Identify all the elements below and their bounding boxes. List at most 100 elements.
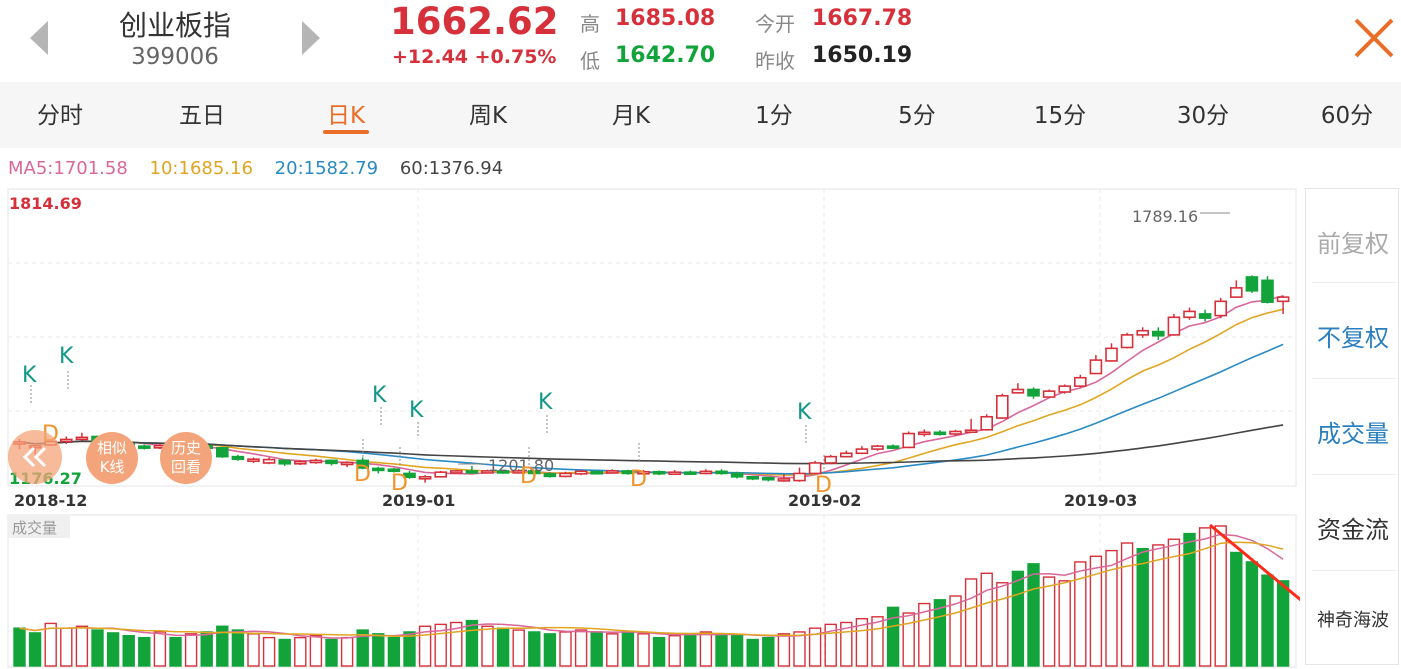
- signal-d: D: [630, 467, 647, 492]
- candle: [793, 472, 806, 482]
- candle: [730, 472, 744, 478]
- pre-adjust-button[interactable]: 前复权: [1306, 224, 1400, 259]
- candle: [933, 431, 947, 436]
- prev-index-icon[interactable]: [30, 21, 48, 55]
- candle: [824, 455, 838, 464]
- double-chevron-left-icon: [22, 446, 47, 468]
- volume-bar: [793, 631, 806, 667]
- similar-k-label-2: K线: [99, 458, 125, 476]
- tab-intraday[interactable]: 分时: [0, 96, 131, 130]
- volume-indicator-button[interactable]: 成交量: [1306, 414, 1400, 449]
- candle: [1011, 388, 1025, 394]
- candle: [886, 445, 900, 449]
- tab-daily-k[interactable]: 日K: [275, 96, 417, 130]
- tab-five-day[interactable]: 五日: [131, 96, 273, 130]
- candle: [1074, 376, 1087, 387]
- volume-bar: [262, 636, 276, 667]
- signal-k: K: [538, 390, 553, 415]
- collapse-button[interactable]: [8, 430, 62, 484]
- volume-bar: [247, 633, 260, 667]
- candle: [699, 470, 713, 475]
- volume-bar: [28, 632, 42, 667]
- candle: [434, 471, 448, 478]
- volume-bar: [1011, 570, 1025, 667]
- candle: [1120, 334, 1134, 349]
- volume-bar: [902, 612, 915, 667]
- volume-bar: [340, 636, 354, 667]
- volume-bar: [871, 616, 884, 667]
- volume-bar: [886, 606, 900, 667]
- candle: [1136, 329, 1149, 336]
- k-line-chart[interactable]: 1814.69 1176.27 1789.16 1201.80 2018-12 …: [0, 185, 1300, 669]
- close-icon[interactable]: [1352, 16, 1396, 60]
- candle: [1105, 347, 1118, 362]
- tab-1min[interactable]: 1分: [703, 96, 845, 130]
- tab-weekly-k[interactable]: 周K: [417, 96, 559, 130]
- candle: [590, 470, 604, 475]
- volume-bar: [13, 627, 26, 667]
- history-review-button[interactable]: 历史 回看: [160, 432, 212, 484]
- candle: [216, 447, 229, 458]
- price-change: +12.44 +0.75%: [392, 46, 557, 68]
- signal-d: D: [520, 464, 537, 489]
- volume-bar: [684, 633, 697, 667]
- candle: [1245, 276, 1259, 292]
- volume-bar: [122, 635, 135, 667]
- volume-bar: [1230, 551, 1243, 667]
- volume-bar: [403, 631, 416, 667]
- signal-k: K: [372, 383, 387, 408]
- volume-bar: [1027, 563, 1040, 667]
- signal-k: K: [797, 400, 812, 425]
- low-label: 低: [580, 49, 600, 73]
- tab-60min[interactable]: 60分: [1276, 96, 1401, 130]
- volume-bar: [60, 627, 73, 667]
- candle: [1261, 279, 1274, 303]
- volume-bar: [1120, 542, 1134, 667]
- date-label: 2019-03: [1064, 491, 1137, 510]
- similar-k-button[interactable]: 相似 K线: [86, 432, 138, 484]
- header: 创业板指 399006 1662.62 +12.44 +0.75% 高 1685…: [0, 0, 1401, 82]
- candle: [1058, 385, 1071, 393]
- tab-15min[interactable]: 15分: [989, 96, 1131, 130]
- volume-bar: [699, 631, 713, 667]
- volume-bar: [574, 629, 588, 667]
- candle: [340, 461, 354, 466]
- high-value: 1685.08: [615, 6, 716, 31]
- candle: [559, 472, 572, 478]
- candle: [1183, 310, 1196, 319]
- candle: [449, 470, 463, 474]
- open-label: 今开: [755, 12, 795, 36]
- candle: [839, 452, 853, 458]
- history-label-2: 回看: [170, 458, 201, 476]
- volume-bar: [91, 629, 104, 667]
- tab-5min[interactable]: 5分: [846, 96, 988, 130]
- candle: [917, 431, 931, 436]
- volume-bar: [1261, 574, 1274, 667]
- volume-bar: [465, 619, 479, 667]
- volume-bar: [325, 638, 338, 667]
- candle: [262, 458, 276, 464]
- candle: [278, 459, 292, 465]
- next-index-icon[interactable]: [302, 21, 320, 55]
- candle: [309, 459, 323, 464]
- candle: [995, 394, 1009, 419]
- tab-monthly-k[interactable]: 月K: [560, 96, 702, 130]
- signal-k: K: [409, 398, 424, 423]
- index-code: 399006: [131, 44, 219, 70]
- divider: [1312, 282, 1396, 283]
- candle: [668, 471, 682, 475]
- volume-bar: [746, 638, 759, 667]
- magic-wave-button[interactable]: 神奇海波: [1306, 606, 1400, 632]
- candle: [59, 438, 73, 443]
- fund-flow-button[interactable]: 资金流: [1306, 510, 1400, 545]
- volume-bar: [387, 636, 401, 667]
- tab-30min[interactable]: 30分: [1132, 96, 1274, 130]
- candle: [746, 475, 760, 480]
- no-adjust-button[interactable]: 不复权: [1306, 318, 1400, 353]
- signal-d: D: [815, 473, 832, 498]
- candle: [777, 478, 791, 482]
- volume-bar: [606, 633, 619, 667]
- volume-bar: [75, 625, 89, 667]
- candle: [1089, 359, 1103, 375]
- candle: [1230, 287, 1243, 298]
